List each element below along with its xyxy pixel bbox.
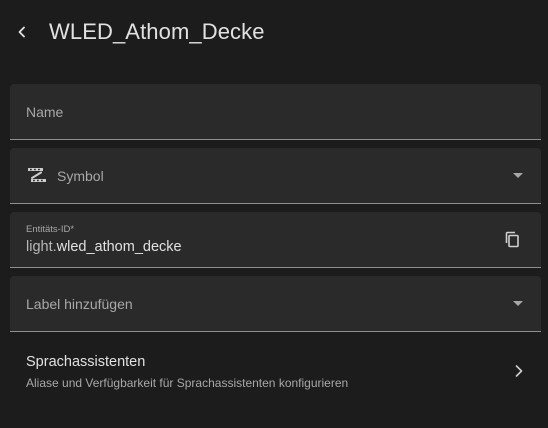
chevron-left-icon bbox=[18, 26, 25, 38]
entity-id-prefix: light. bbox=[26, 239, 57, 255]
label-placeholder: Label hinzufügen bbox=[26, 295, 133, 312]
dropdown-arrow-icon[interactable] bbox=[513, 300, 523, 307]
name-field[interactable]: Name bbox=[10, 84, 541, 140]
name-placeholder: Name bbox=[26, 103, 64, 120]
back-button[interactable] bbox=[0, 10, 44, 54]
voice-assistants-row[interactable]: Sprachassistenten Aliase und Verfügbarke… bbox=[10, 340, 541, 402]
entity-id-text: wled_athom_decke bbox=[56, 239, 182, 255]
entity-id-label: Entitäts-ID* bbox=[26, 224, 75, 235]
chevron-right-icon bbox=[515, 365, 523, 377]
label-field[interactable]: Label hinzufügen bbox=[10, 276, 541, 332]
dropdown-arrow-icon[interactable] bbox=[513, 172, 523, 179]
entity-id-field[interactable]: Entitäts-ID* light.wled_athom_decke bbox=[10, 212, 541, 268]
symbol-field[interactable]: Symbol bbox=[10, 148, 541, 204]
voice-assistants-title: Sprachassistenten bbox=[26, 354, 146, 370]
copy-icon[interactable] bbox=[503, 230, 523, 250]
entity-id-value[interactable]: light.wled_athom_decke bbox=[26, 239, 182, 255]
app-header: WLED_Athom_Decke bbox=[0, 0, 548, 64]
page-title: WLED_Athom_Decke bbox=[49, 19, 265, 44]
led-strip-icon bbox=[28, 167, 46, 182]
voice-assistants-subtitle: Aliase und Verfügbarkeit für Sprachassis… bbox=[26, 376, 349, 390]
symbol-label: Symbol bbox=[57, 167, 104, 184]
